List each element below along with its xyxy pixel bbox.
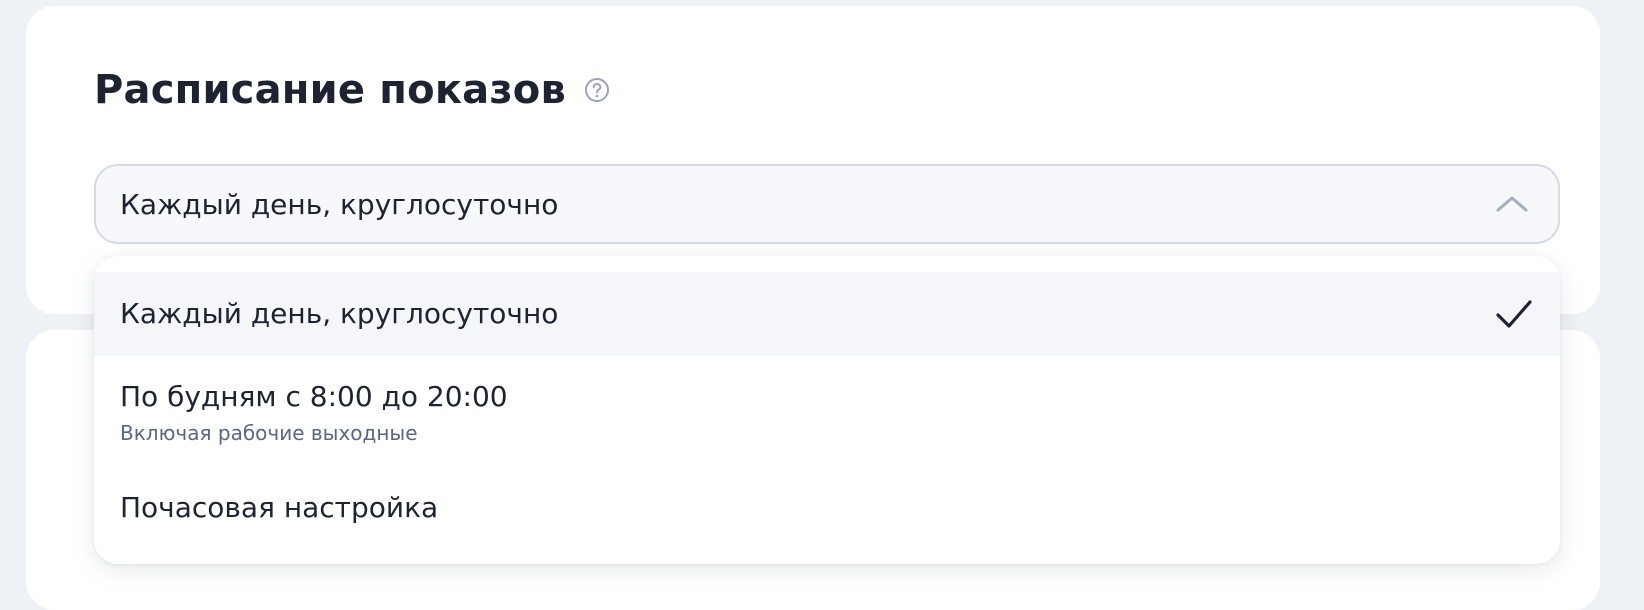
option-label: По будням с 8:00 до 20:00 — [120, 380, 508, 413]
option-every-day[interactable]: Каждый день, круглосуточно — [94, 272, 1560, 356]
option-label: Каждый день, круглосуточно — [120, 297, 559, 330]
select-value: Каждый день, круглосуточно — [120, 188, 559, 221]
schedule-select[interactable]: Каждый день, круглосуточно — [94, 164, 1560, 244]
option-sublabel: Включая рабочие выходные — [120, 421, 418, 445]
chevron-up-icon[interactable] — [1494, 190, 1530, 218]
checkmark-icon — [1494, 294, 1534, 334]
question-circle-icon[interactable] — [584, 77, 610, 103]
option-weekdays[interactable]: По будням с 8:00 до 20:00 Включая рабочи… — [94, 356, 1560, 466]
schedule-dropdown: Каждый день, круглосуточно По будням с 8… — [94, 256, 1560, 564]
section-header: Расписание показов — [94, 62, 610, 118]
option-hourly[interactable]: Почасовая настройка — [94, 466, 1560, 550]
option-label: Почасовая настройка — [120, 491, 439, 524]
section-title: Расписание показов — [94, 67, 566, 113]
